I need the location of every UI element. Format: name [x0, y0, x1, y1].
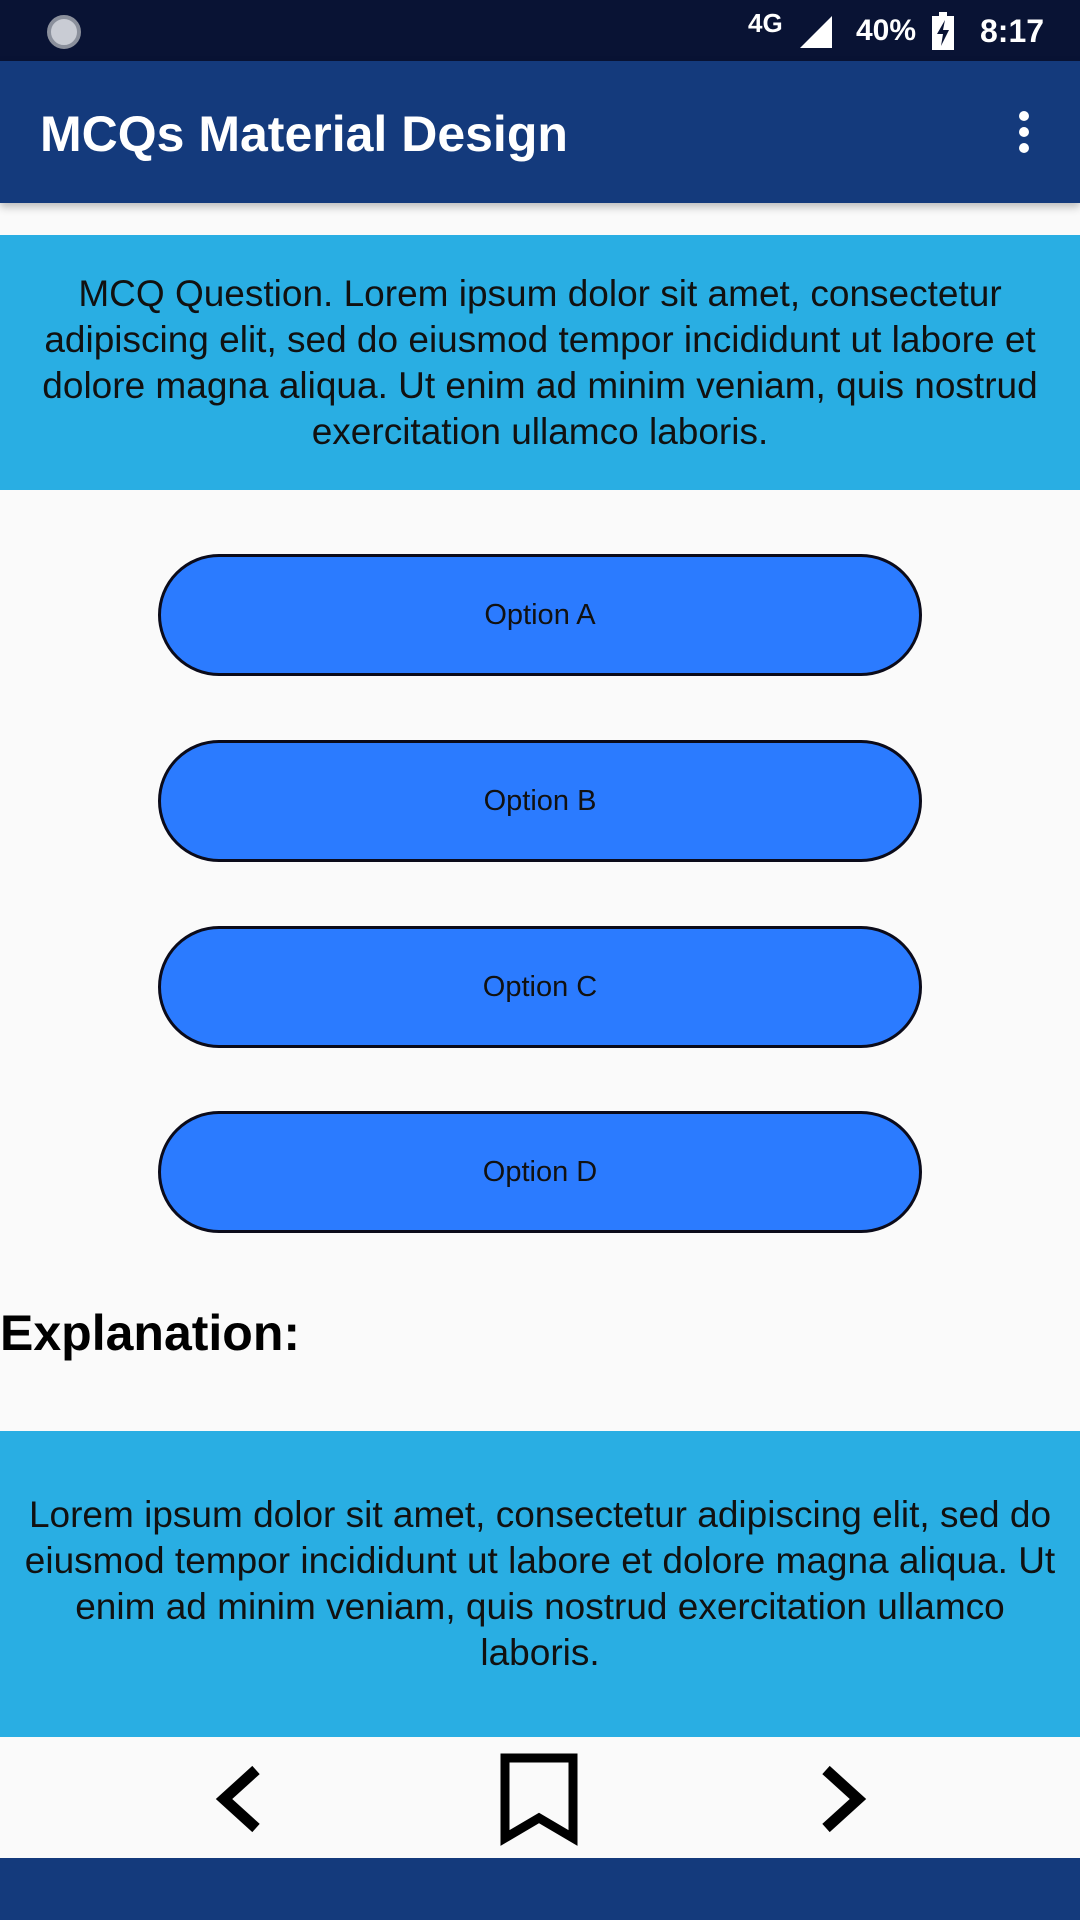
explanation-card: Lorem ipsum dolor sit amet, consectetur …	[0, 1431, 1080, 1737]
chevron-left-icon[interactable]	[212, 1764, 268, 1834]
explanation-text: Lorem ipsum dolor sit amet, consectetur …	[24, 1494, 1056, 1673]
network-type: 4G	[748, 8, 783, 38]
battery-charging-icon	[932, 12, 954, 50]
overflow-menu-icon[interactable]	[1004, 107, 1044, 157]
app-title: MCQs Material Design	[40, 106, 568, 162]
option-b-button[interactable]: Option B	[158, 740, 922, 862]
bookmark-icon[interactable]	[498, 1752, 580, 1846]
option-d-button[interactable]: Option D	[158, 1111, 922, 1233]
option-c-button[interactable]: Option C	[158, 926, 922, 1048]
question-card: MCQ Question. Lorem ipsum dolor sit amet…	[0, 235, 1080, 490]
app-notification-icon	[47, 15, 81, 49]
battery-percentage: 40%	[856, 14, 917, 47]
status-bar: 4G 40% 8:17	[0, 0, 1080, 61]
signal-icon	[800, 16, 832, 48]
chevron-right-icon[interactable]	[814, 1764, 870, 1834]
app-bar: MCQs Material Design	[0, 61, 1080, 203]
bottom-bar	[0, 1858, 1080, 1920]
question-text: MCQ Question. Lorem ipsum dolor sit amet…	[42, 272, 1038, 452]
option-a-button[interactable]: Option A	[158, 554, 922, 676]
clock: 8:17	[980, 13, 1045, 49]
explanation-heading: Explanation:	[0, 1305, 301, 1361]
